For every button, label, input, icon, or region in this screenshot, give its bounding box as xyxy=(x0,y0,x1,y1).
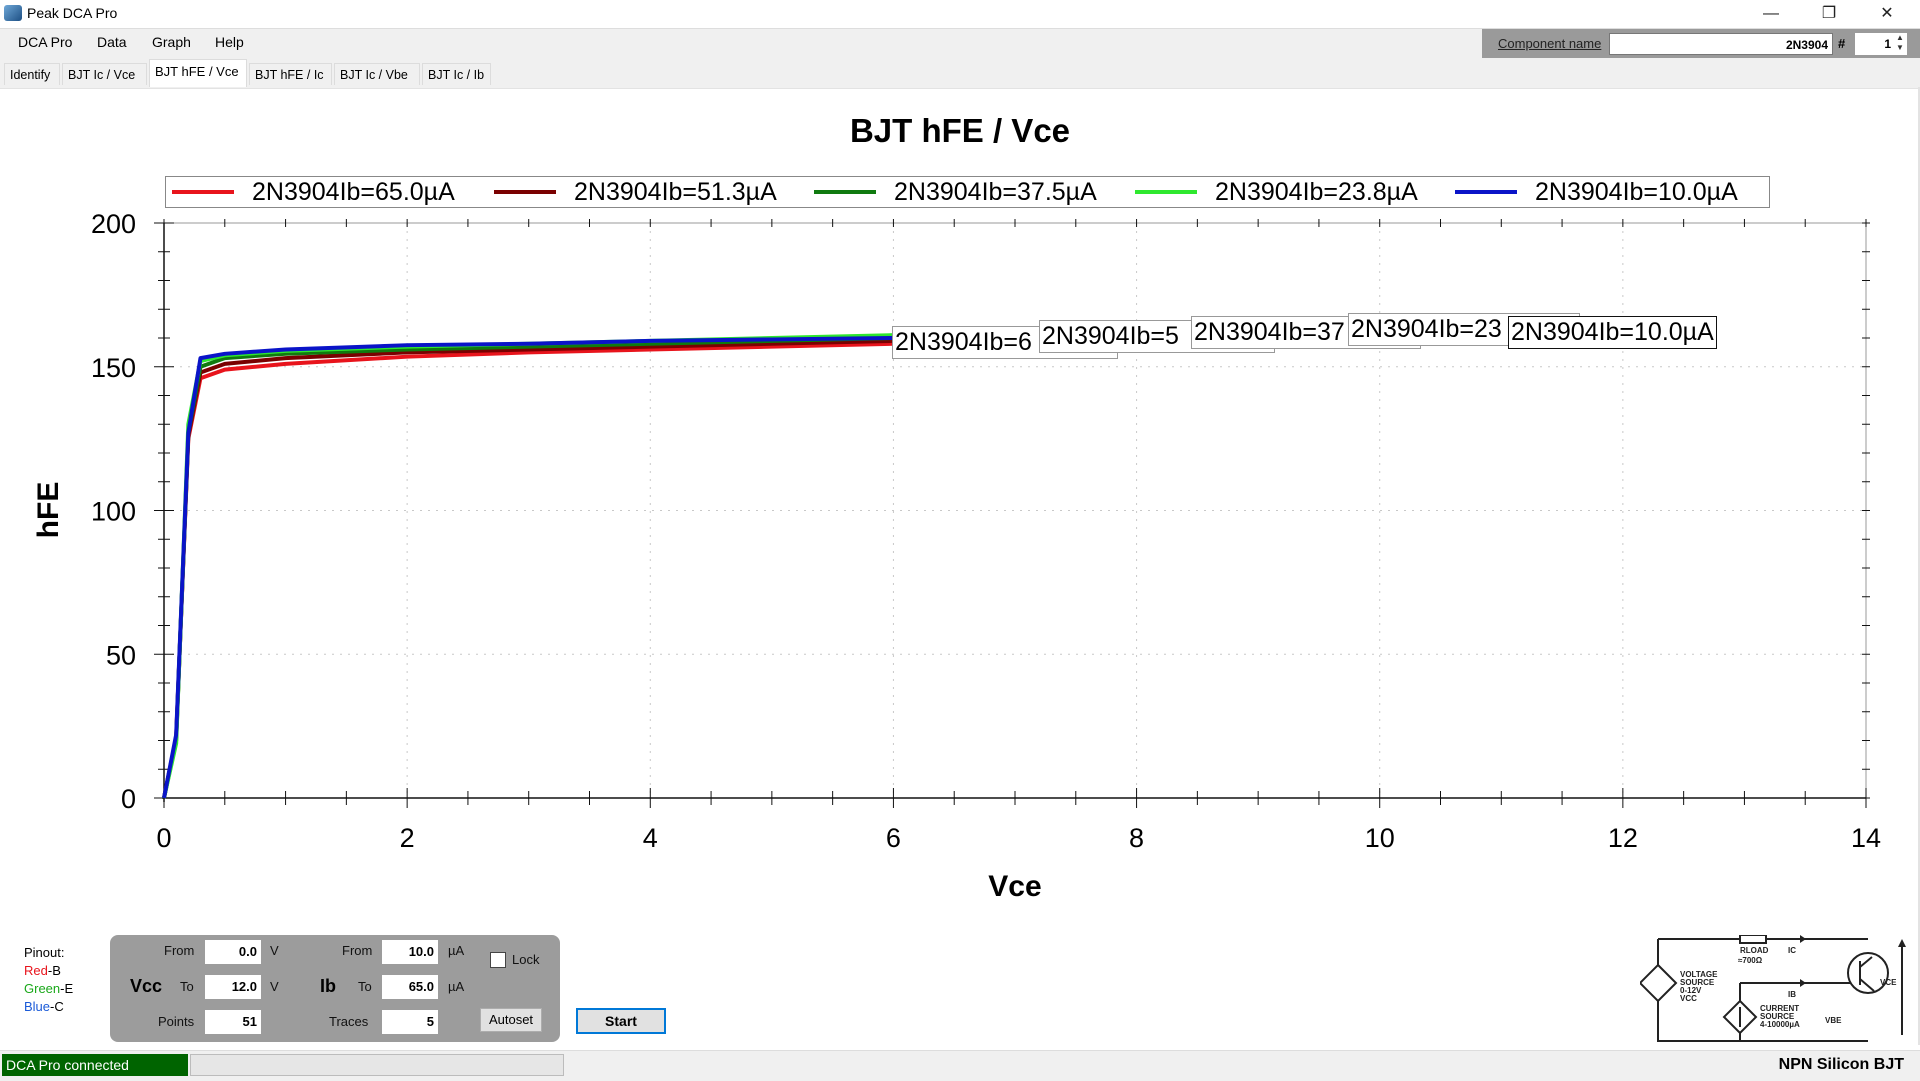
pinout-line-b: Red-B xyxy=(24,962,73,980)
x-tick-label: 2 xyxy=(400,823,415,853)
x-tick-label: 12 xyxy=(1608,823,1638,853)
ib-arrow-icon xyxy=(1800,979,1806,987)
vcc-to-label: To xyxy=(180,979,194,994)
rload-value: ≈700Ω xyxy=(1738,956,1763,965)
points-label: Points xyxy=(158,1014,195,1029)
vcc-from-unit: V xyxy=(270,943,279,958)
pinout-pin-e: -E xyxy=(60,981,74,996)
autoset-button[interactable]: Autoset xyxy=(480,1008,542,1032)
ib-to-input[interactable]: 65.0 xyxy=(382,975,438,999)
ib-label-circuit: IB xyxy=(1788,990,1796,999)
x-tick-label: 4 xyxy=(643,823,658,853)
progress-bar xyxy=(190,1054,564,1076)
series-line-4 xyxy=(162,336,894,799)
x-tick-label: 10 xyxy=(1365,823,1395,853)
device-type-label: NPN Silicon BJT xyxy=(1778,1056,1904,1073)
curve-end-label: 2N3904Ib=10.0µA xyxy=(1508,316,1717,349)
chart-plot: 0 2 4 6 8 10 12 14 0 50 100 150 200 Vce hFE xyxy=(32,209,1881,903)
ib-to-label: To xyxy=(358,979,372,994)
series-line-0 xyxy=(162,341,894,799)
rload-resistor-icon xyxy=(1739,935,1767,944)
vcc-label: Vcc xyxy=(130,976,163,996)
series-line-2 xyxy=(162,336,894,799)
series-line-3 xyxy=(162,333,894,799)
y-tick-label: 200 xyxy=(91,209,136,239)
y-tick-label: 50 xyxy=(106,640,136,670)
vbe-label-circuit: VBE xyxy=(1825,1016,1842,1025)
y-tick-label: 100 xyxy=(91,497,136,527)
y-tick-label: 150 xyxy=(91,353,136,383)
x-tick-label: 0 xyxy=(156,823,171,853)
y-axis-label: hFE xyxy=(32,482,65,539)
x-tick-label: 14 xyxy=(1851,823,1881,853)
pinout-color-blue: Blue xyxy=(24,999,51,1014)
ib-label: Ib xyxy=(320,976,336,996)
pinout-line-e: Green-E xyxy=(24,980,73,998)
circuit-diagram: RLOAD ≈700Ω IC IB VCE VBE VOLTAGE SOURCE… xyxy=(1640,935,1906,1042)
rload-label: RLOAD xyxy=(1740,946,1769,955)
x-tick-label: 8 xyxy=(1129,823,1144,853)
vcc-from-label: From xyxy=(164,943,195,958)
traces-label: Traces xyxy=(329,1014,369,1029)
connection-status: DCA Pro connected xyxy=(2,1054,188,1076)
pinout-title: Pinout: xyxy=(24,945,65,960)
pinout-pin-c: -C xyxy=(50,999,64,1014)
plot-frame xyxy=(163,222,1867,799)
pinout-color-green: Green xyxy=(24,981,61,996)
voltage-source-icon xyxy=(1640,963,1678,1003)
vce-label-circuit: VCE xyxy=(1880,978,1897,987)
vcc-to-input[interactable]: 12.0 xyxy=(205,975,261,999)
y-tick-label: 0 xyxy=(121,784,136,814)
ib-from-input[interactable]: 10.0 xyxy=(382,940,438,964)
series-line-1 xyxy=(162,338,894,799)
points-input[interactable]: 51 xyxy=(205,1010,261,1034)
start-button[interactable]: Start xyxy=(576,1008,666,1034)
ib-from-unit: µA xyxy=(448,943,465,958)
lock-label[interactable]: Lock xyxy=(512,952,539,967)
vcc-from-input[interactable]: 0.0 xyxy=(205,940,261,964)
traces-input[interactable]: 5 xyxy=(382,1010,438,1034)
pinout-line-c: Blue-C xyxy=(24,998,73,1016)
ic-arrow-icon xyxy=(1800,935,1806,943)
x-tick-label: 6 xyxy=(886,823,901,853)
lock-checkbox[interactable] xyxy=(490,952,506,968)
vcc-to-unit: V xyxy=(270,979,279,994)
isrc-line-3: 4-10000µA xyxy=(1760,1020,1800,1029)
pinout-color-red: Red xyxy=(24,963,48,978)
pinout-pin-b: -B xyxy=(47,963,61,978)
ib-to-unit: µA xyxy=(448,979,465,994)
ic-label: IC xyxy=(1788,946,1796,955)
vsrc-line-4: VCC xyxy=(1680,994,1697,1003)
x-axis-label: Vce xyxy=(988,870,1041,903)
pinout-legend: Pinout: Red-B Green-E Blue-C xyxy=(24,944,73,1016)
ib-from-label: From xyxy=(342,943,373,958)
